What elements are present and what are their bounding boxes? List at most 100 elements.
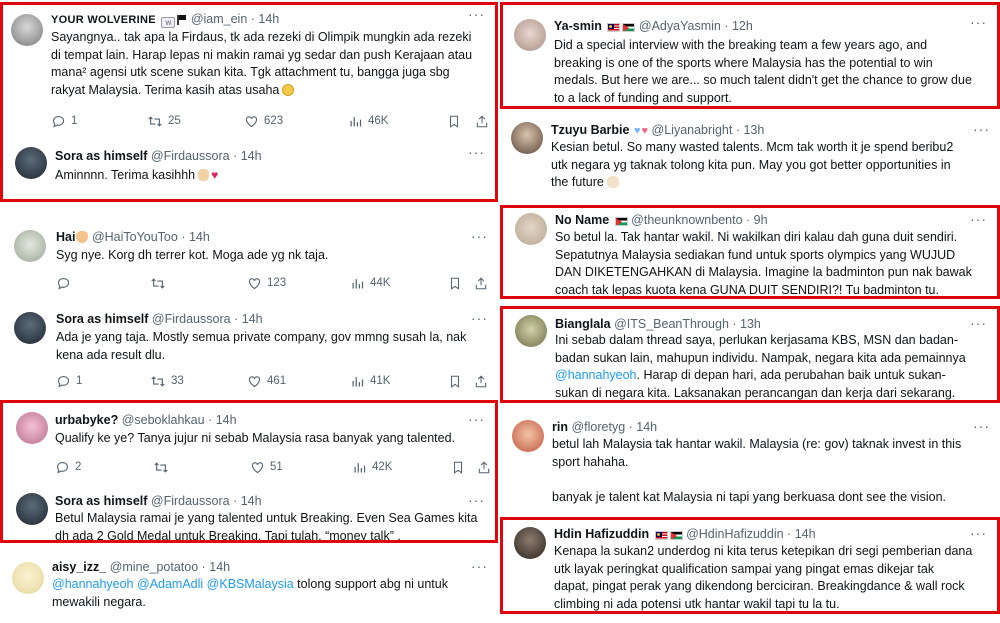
like-button[interactable]: 623 <box>244 113 283 129</box>
timestamp[interactable]: 14h <box>636 420 657 434</box>
display-name[interactable]: Tzuyu Barbie <box>551 123 630 137</box>
timestamp[interactable]: 14h <box>242 312 263 326</box>
avatar[interactable] <box>12 562 44 594</box>
retweet-button[interactable] <box>153 459 174 475</box>
like-button[interactable]: 123 <box>247 275 286 291</box>
avatar[interactable] <box>514 527 546 559</box>
handle[interactable]: @mine_potatoo <box>110 560 198 574</box>
display-name[interactable]: Sora as himself <box>56 312 148 326</box>
display-name[interactable]: Hai <box>56 230 75 244</box>
avatar[interactable] <box>515 213 547 245</box>
mention-link[interactable]: @hannahyeoh <box>52 577 134 591</box>
mention-link[interactable]: @KBSMalaysia <box>207 577 294 591</box>
handle[interactable]: @Firdaussora <box>152 312 231 326</box>
reply-button[interactable]: 2 <box>55 459 81 475</box>
views-button[interactable]: 44K <box>350 275 390 291</box>
views-button[interactable]: 41K <box>350 373 390 389</box>
tweet[interactable]: aisy_izz_ @mine_potatoo · 14h ··· @hanna… <box>0 553 498 623</box>
retweet-button[interactable]: 33 <box>150 373 184 389</box>
retweet-button[interactable]: 25 <box>147 113 181 129</box>
handle[interactable]: @iam_ein <box>191 12 247 26</box>
tweet[interactable]: Tzuyu Barbie ♥♥ @Liyanabright · 13h ··· … <box>500 114 1000 198</box>
timestamp[interactable]: 9h <box>754 213 768 227</box>
display-name[interactable]: YOUR WOLVERINE <box>51 14 156 26</box>
avatar[interactable] <box>14 312 46 344</box>
more-icon[interactable]: ··· <box>468 412 485 426</box>
bookmark-button[interactable] <box>448 373 462 389</box>
timestamp[interactable]: 14h <box>241 494 262 508</box>
bookmark-button[interactable] <box>448 275 462 291</box>
handle[interactable]: @Liyanabright <box>652 123 733 137</box>
reply-button[interactable]: 1 <box>51 113 77 129</box>
display-name[interactable]: Hdin Hafizuddin <box>554 527 649 541</box>
mention-link[interactable]: @AdamAdli <box>137 577 203 591</box>
handle[interactable]: @AdyaYasmin <box>639 19 721 33</box>
handle[interactable]: @HdinHafizuddin <box>686 527 783 541</box>
more-icon[interactable]: ··· <box>471 229 488 243</box>
mention-link[interactable]: @hannahyeoh <box>555 368 637 382</box>
timestamp[interactable]: 14h <box>241 149 262 163</box>
like-button[interactable]: 51 <box>250 459 283 475</box>
tweet-thread[interactable]: Hai @HaiToYouToo · 14h ··· Syg nye. Korg… <box>0 218 498 396</box>
views-button[interactable]: 42K <box>352 459 392 475</box>
timestamp[interactable]: 12h <box>732 19 753 33</box>
more-icon[interactable]: ··· <box>471 559 488 573</box>
handle[interactable]: @HaiToYouToo <box>92 230 178 244</box>
display-name[interactable]: Sora as himself <box>55 149 147 163</box>
display-name[interactable]: urbabyke? <box>55 413 118 427</box>
more-icon[interactable]: ··· <box>468 493 485 507</box>
timestamp[interactable]: 14h <box>209 560 230 574</box>
share-button[interactable] <box>475 113 489 129</box>
tweet[interactable]: Hdin Hafizuddin @HdinHafizuddin · 14h ··… <box>500 517 1000 614</box>
timestamp[interactable]: 14h <box>258 12 279 26</box>
tweet[interactable]: Bianglala @ITS_BeanThrough · 13h ··· Ini… <box>500 306 1000 403</box>
more-icon[interactable]: ··· <box>471 311 488 325</box>
more-icon[interactable]: ··· <box>468 145 485 159</box>
reply-button[interactable] <box>56 275 76 291</box>
tweet-thread[interactable]: urbabyke? @seboklahkau · 14h ··· Qualify… <box>0 400 498 543</box>
bookmark-button[interactable] <box>447 113 461 129</box>
share-button[interactable] <box>477 459 491 475</box>
more-icon[interactable]: ··· <box>970 316 987 330</box>
handle[interactable]: @floretyg <box>571 420 625 434</box>
more-icon[interactable]: ··· <box>973 419 990 433</box>
timestamp[interactable]: 14h <box>189 230 210 244</box>
timestamp[interactable]: 14h <box>216 413 237 427</box>
share-button[interactable] <box>474 373 488 389</box>
handle[interactable]: @ITS_BeanThrough <box>614 317 729 331</box>
handle[interactable]: @Firdaussora <box>151 494 230 508</box>
avatar[interactable] <box>16 412 48 444</box>
avatar[interactable] <box>16 493 48 525</box>
tweet[interactable]: rin @floretyg · 14h ··· betul lah Malays… <box>500 410 1000 516</box>
display-name[interactable]: Sora as himself <box>55 494 147 508</box>
display-name[interactable]: No Name <box>555 213 609 227</box>
display-name[interactable]: rin <box>552 420 568 434</box>
handle[interactable]: @Firdaussora <box>151 149 230 163</box>
retweet-button[interactable] <box>150 275 171 291</box>
timestamp[interactable]: 14h <box>795 527 816 541</box>
timestamp[interactable]: 13h <box>740 317 761 331</box>
avatar[interactable] <box>511 122 543 154</box>
share-button[interactable] <box>474 275 488 291</box>
more-icon[interactable]: ··· <box>468 7 485 21</box>
avatar[interactable] <box>512 420 544 452</box>
more-icon[interactable]: ··· <box>970 15 987 29</box>
tweet[interactable]: No Name @theunknownbento · 9h ··· So bet… <box>500 205 1000 299</box>
views-button[interactable]: 46K <box>348 113 388 129</box>
avatar[interactable] <box>14 230 46 262</box>
display-name[interactable]: aisy_izz_ <box>52 560 106 574</box>
more-icon[interactable]: ··· <box>973 122 990 136</box>
timestamp[interactable]: 13h <box>743 123 764 137</box>
handle[interactable]: @seboklahkau <box>122 413 205 427</box>
tweet[interactable]: Ya-smin @AdyaYasmin · 12h ··· Did a spec… <box>500 2 1000 109</box>
handle[interactable]: @theunknownbento <box>631 213 742 227</box>
avatar[interactable] <box>11 14 43 46</box>
avatar[interactable] <box>515 315 547 347</box>
display-name[interactable]: Bianglala <box>555 317 611 331</box>
tweet-thread[interactable]: YOUR WOLVERINE w @iam_ein · 14h ··· Saya… <box>0 2 498 202</box>
bookmark-button[interactable] <box>451 459 465 475</box>
more-icon[interactable]: ··· <box>970 212 987 226</box>
display-name[interactable]: Ya-smin <box>554 19 602 33</box>
avatar[interactable] <box>514 19 546 51</box>
more-icon[interactable]: ··· <box>970 526 987 540</box>
